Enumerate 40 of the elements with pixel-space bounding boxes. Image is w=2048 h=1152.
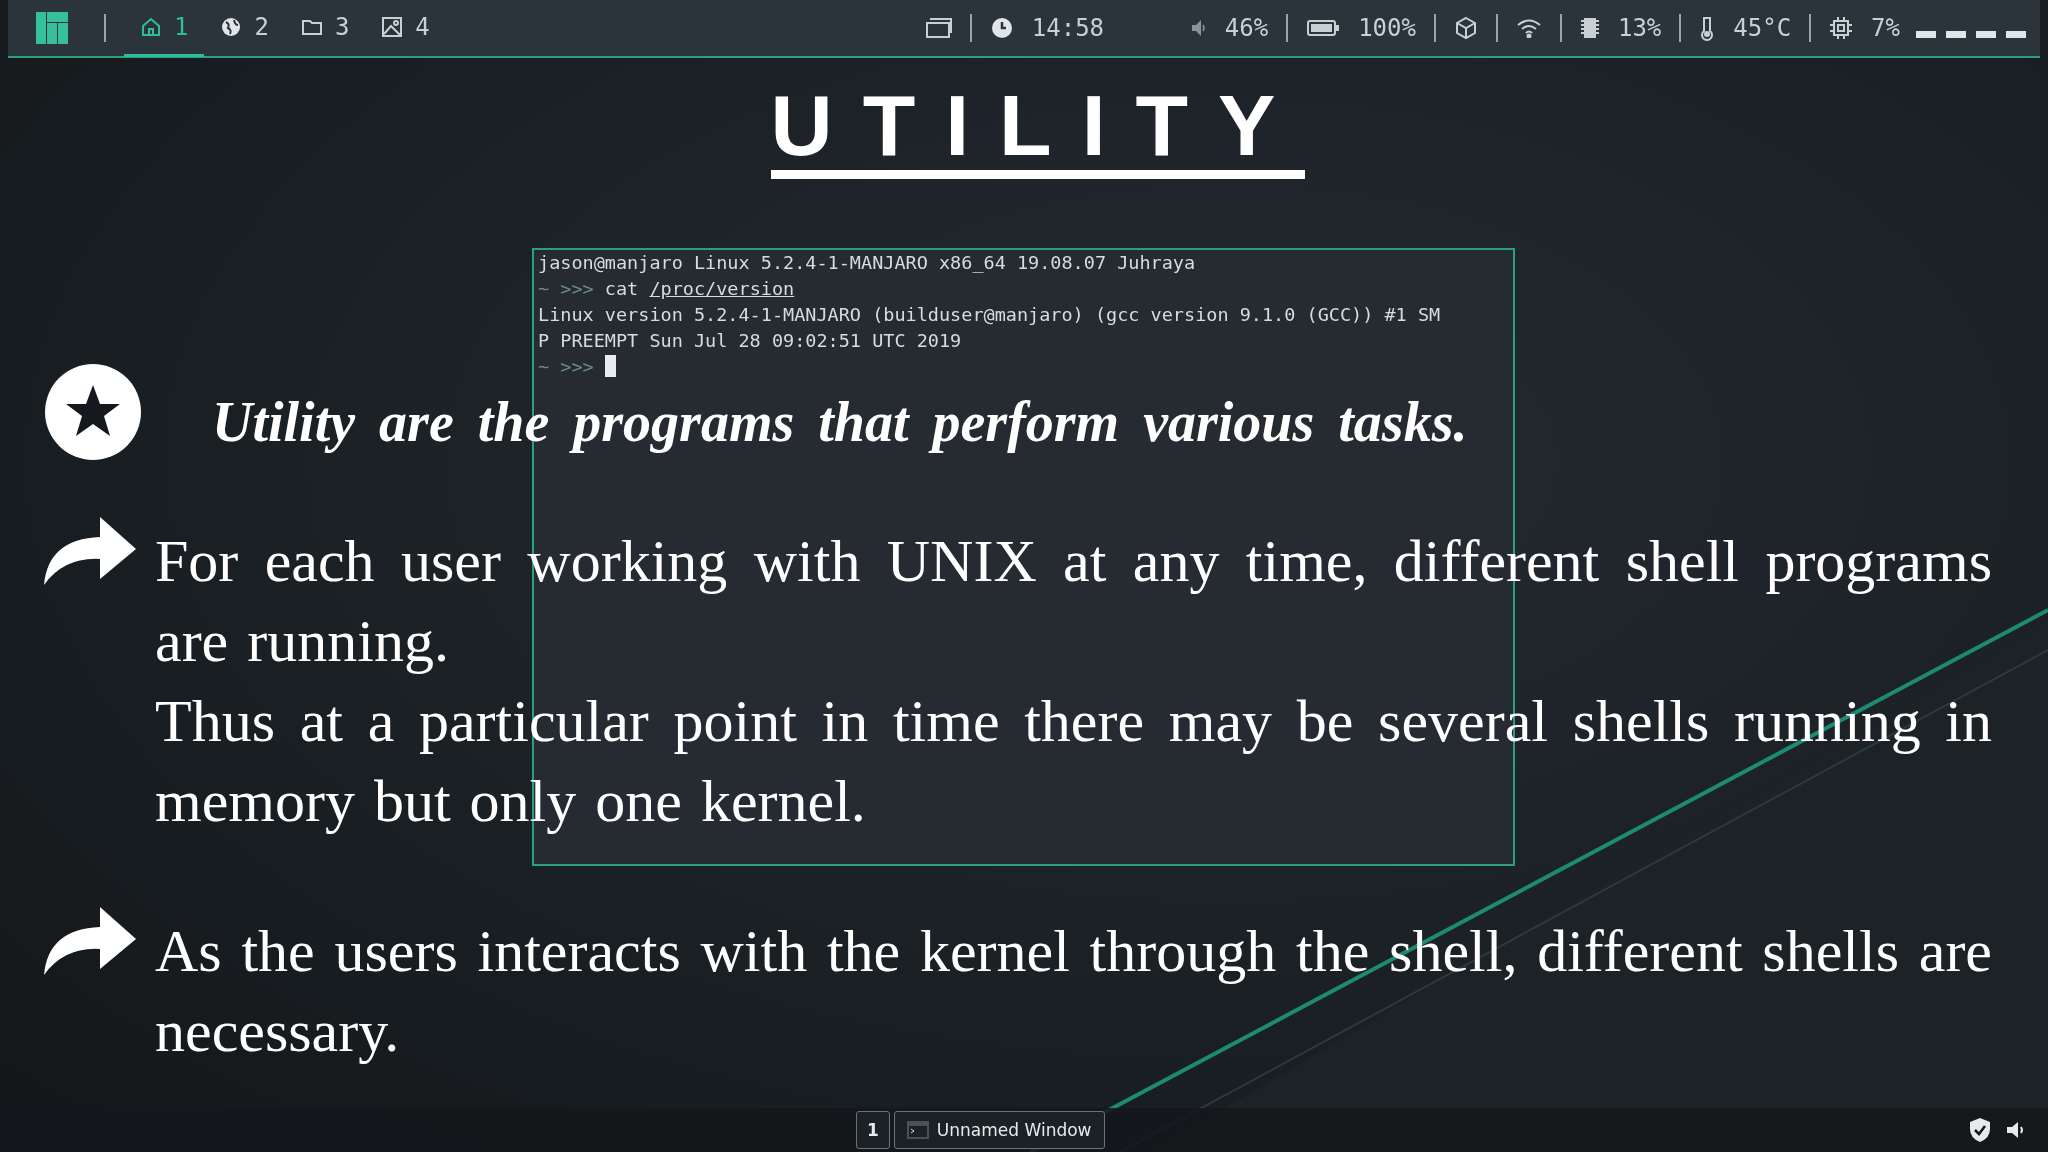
arrow-icon <box>42 515 138 587</box>
memory-reading: 13% <box>1617 14 1662 42</box>
terminal-output-line: Linux version 5.2.4-1-MANJARO (builduser@manjaro) (gcc version 9.1.0 (GCC)) #1 SM <box>538 303 1441 327</box>
terminal-output-line: P PREEMPT Sun Jul 28 09:02:51 UTC 2019 <box>538 329 962 353</box>
clock: 14:58 <box>1031 14 1105 42</box>
clock-icon <box>989 16 1014 40</box>
temperature-reading: 45°C <box>1733 14 1792 42</box>
volume-reading: 46% <box>1224 14 1269 42</box>
workspace-tab[interactable]: 3 <box>284 0 366 57</box>
cpu-reading: 7% <box>1871 14 1900 42</box>
workspace-tab[interactable]: 2 <box>204 0 285 57</box>
terminal-command-line: ~ >>> cat /proc/version <box>538 277 795 301</box>
bullet-text: Utility are the programs that perform various tasks. <box>212 390 1469 455</box>
bullet-text: For each user working with UNIX at any time, different shell programs are running. <box>155 527 1992 676</box>
workspace-tab[interactable]: 4 <box>365 0 446 57</box>
wifi-icon <box>1515 18 1542 38</box>
logo-icon[interactable] <box>36 12 68 44</box>
home-icon <box>140 15 162 38</box>
battery-icon <box>1306 18 1341 38</box>
volume-icon <box>1190 18 1207 38</box>
memory-icon <box>1579 16 1600 40</box>
cursor <box>604 355 616 377</box>
slide-title: UTILITY <box>770 82 1306 179</box>
shield-icon[interactable] <box>1968 1117 1992 1143</box>
cpu-icon <box>1829 16 1854 40</box>
terminal-output-line: jason@manjaro Linux 5.2.4-1-MANJARO x86_64 19.08.07 Juhraya <box>538 251 1196 275</box>
image-icon <box>381 15 404 38</box>
window-icon[interactable] <box>925 18 952 38</box>
workspace-button[interactable]: 1 <box>856 1111 890 1149</box>
terminal-prompt: ~ >>> <box>538 354 616 380</box>
temperature-icon <box>1699 15 1716 41</box>
terminal-icon <box>906 1121 929 1139</box>
arrow-icon <box>42 905 138 977</box>
bullet-text: As the users interacts with the kernel through the shell, different shells are necessary. <box>155 917 1992 1066</box>
workspace-tab[interactable]: 1 <box>124 0 205 57</box>
window-button[interactable]: Unnamed Window <box>893 1111 1105 1149</box>
package-icon <box>1453 16 1478 40</box>
battery-reading: 100% <box>1358 14 1416 42</box>
dashes-icon <box>1916 30 2026 38</box>
globe-icon <box>220 15 243 38</box>
